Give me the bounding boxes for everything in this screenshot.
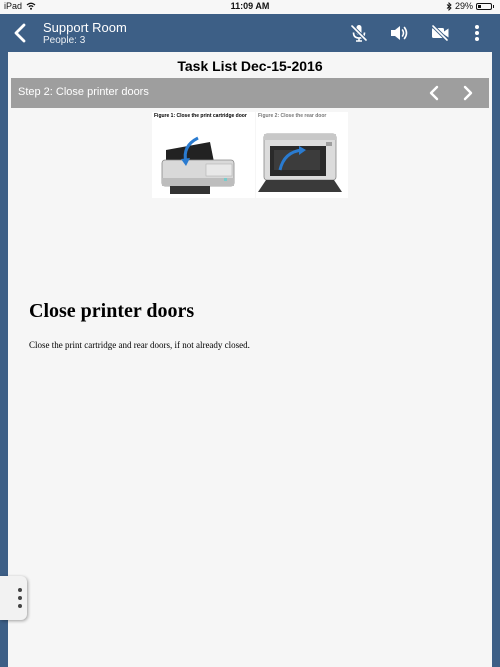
video-off-icon[interactable] (430, 23, 450, 43)
figure-cartridge-door: Figure 1: Close the print cartridge door (152, 112, 255, 198)
status-right: 29% (446, 1, 494, 11)
side-drawer-handle[interactable] (0, 576, 27, 620)
handle-dot (18, 596, 22, 600)
battery-fill (478, 4, 481, 8)
more-vertical-icon[interactable] (471, 23, 483, 43)
battery-nub (493, 4, 494, 8)
handle-dot (18, 588, 22, 592)
printer-illustration (161, 136, 235, 194)
task-title: Task List Dec-15-2016 (177, 58, 323, 74)
room-info: Support Room People: 3 (43, 20, 127, 47)
people-count: People: 3 (43, 35, 86, 46)
figure-caption: Figure 1: Close the print cartridge door (154, 113, 247, 119)
handle-dot (18, 604, 22, 608)
header-bar: Support Room People: 3 (0, 14, 500, 52)
figure-rear-door: Figure 2: Close the rear door (256, 112, 348, 198)
step-label: Step 2: Close printer doors (18, 86, 149, 98)
step-description: Close the print cartridge and rear doors… (29, 340, 250, 350)
room-title: Support Room (43, 20, 127, 35)
step-heading: Close printer doors (29, 300, 195, 322)
status-time: 11:09 AM (230, 1, 270, 11)
battery-icon (476, 2, 492, 10)
content-panel: Task List Dec-15-2016 Step 2: Close prin… (8, 52, 492, 667)
microphone-off-icon[interactable] (349, 23, 369, 43)
speaker-icon[interactable] (389, 23, 409, 43)
next-step-chevron-icon[interactable] (461, 85, 475, 101)
figure-caption: Figure 2: Close the rear door (258, 113, 327, 119)
printer-illustration (258, 133, 342, 192)
back-chevron-icon[interactable] (11, 22, 31, 44)
step-bar: Step 2: Close printer doors (11, 78, 489, 108)
battery-percent: 29% (454, 1, 473, 11)
prev-step-chevron-icon[interactable] (427, 85, 441, 101)
status-bar: iPad 11:09 AM 29% (0, 0, 500, 14)
bluetooth-icon (446, 1, 452, 11)
